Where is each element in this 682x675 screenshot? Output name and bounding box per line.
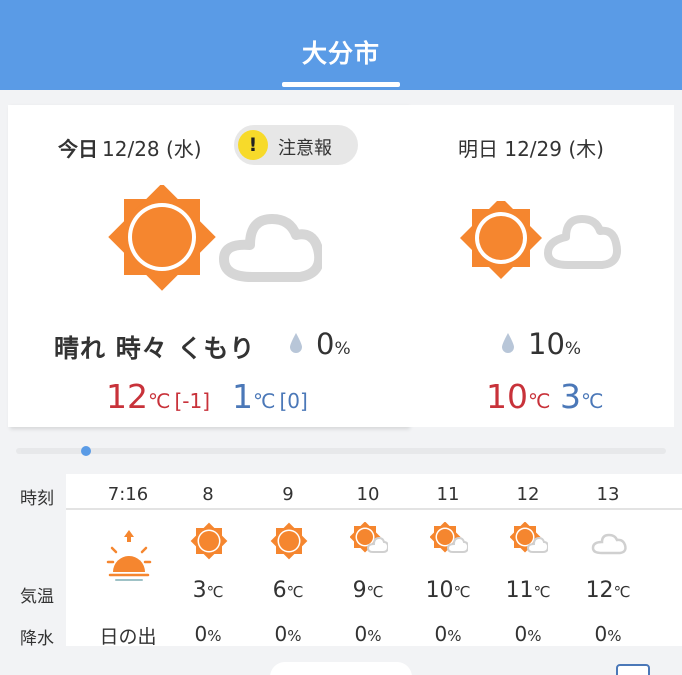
hour-time: 12 xyxy=(516,484,540,505)
hour-precip: 0% xyxy=(514,622,542,646)
hour-temp: 6℃ xyxy=(272,578,304,603)
hour-precip: 日の出 xyxy=(99,626,157,648)
hour-time: 11 xyxy=(436,484,460,505)
hour-precip: 0% xyxy=(274,622,302,646)
today-low: 1℃ [0] xyxy=(232,377,308,416)
hour-temp: 11℃ xyxy=(505,578,551,603)
hour-temp: 10℃ xyxy=(425,578,471,603)
city-title: 大分市 xyxy=(301,39,380,68)
hourly-forecast[interactable]: 時刻 気温 降水 7:16 日の出 8 3℃ 0% 9 6℃ 0% 10 9℃ … xyxy=(16,474,682,649)
weather-description: 晴れ 時々 くもり xyxy=(54,334,256,363)
calendar-icon[interactable] xyxy=(616,664,650,675)
hour-precip: 0% xyxy=(194,622,222,646)
hour-time: 10 xyxy=(356,484,380,505)
hour-precip: 0% xyxy=(594,622,622,646)
hour-temp: 3℃ xyxy=(192,578,224,603)
tomorrow-label: 明日 xyxy=(458,137,498,161)
tomorrow-date-value: 12/29 xyxy=(504,137,562,161)
raindrop-icon xyxy=(502,333,514,353)
bottom-pill-button[interactable] xyxy=(270,662,412,675)
hour-time: 7:16 xyxy=(107,484,149,505)
tomorrow-forecast-card[interactable]: 明日 12/29 (木) 10% 10℃ 3℃ xyxy=(408,105,674,427)
raindrop-icon xyxy=(290,333,302,353)
hour-precip: 0% xyxy=(434,622,462,646)
hour-column: 10 9℃ 0% xyxy=(328,474,408,646)
hour-time: 13 xyxy=(596,484,620,505)
today-high: 12℃ [-1] xyxy=(106,377,211,416)
hour-column: 12 11℃ 0% xyxy=(488,474,568,646)
hour-time: 9 xyxy=(282,484,294,505)
hour-column-sunrise: 7:16 日の出 xyxy=(88,474,168,648)
active-tab-indicator xyxy=(282,82,400,87)
sun-cloud-icon xyxy=(350,522,388,553)
today-weekday: (水) xyxy=(166,137,202,161)
alert-text: 注意報 xyxy=(278,138,332,159)
hour-column: 8 3℃ 0% xyxy=(168,474,248,646)
today-forecast-card[interactable]: 今日 12/28 (水) ! 注意報 晴れ 時々 くもり 0% 12℃ [-1] 1… xyxy=(8,105,408,427)
alert-badge[interactable]: ! 注意報 xyxy=(234,125,358,165)
tomorrow-date: 明日 12/29 (木) xyxy=(458,133,604,162)
temp-row-label: 気温 xyxy=(20,587,54,607)
time-row-label: 時刻 xyxy=(20,489,54,509)
sun-icon xyxy=(270,522,308,560)
hour-temp: 9℃ xyxy=(352,578,384,603)
today-date-value: 12/28 xyxy=(102,137,160,161)
today-label: 今日 xyxy=(58,137,98,161)
precip-row-label: 降水 xyxy=(20,629,54,649)
sun-with-cloud-icon xyxy=(100,183,325,315)
tomorrow-low: 3℃ xyxy=(560,377,604,416)
sun-with-cloud-icon xyxy=(458,196,626,285)
hour-column: 11 10℃ 0% xyxy=(408,474,488,646)
tomorrow-weekday: (木) xyxy=(568,137,604,161)
warning-icon: ! xyxy=(238,130,268,160)
today-precip: 0% xyxy=(316,327,351,361)
hour-column: 13 12℃ 0% xyxy=(568,474,648,646)
hourly-scroll-track[interactable] xyxy=(16,448,666,454)
hour-column: 9 6℃ 0% xyxy=(248,474,328,646)
hour-temp: 12℃ xyxy=(585,578,631,603)
tomorrow-high: 10℃ xyxy=(486,377,551,416)
hour-time: 8 xyxy=(202,484,214,505)
cloud-icon xyxy=(591,533,627,555)
today-date: 今日 12/28 (水) xyxy=(58,133,202,162)
sunrise-icon xyxy=(106,528,152,590)
hourly-scroll-handle[interactable] xyxy=(81,446,91,456)
sun-cloud-icon xyxy=(510,522,548,553)
tomorrow-precip: 10% xyxy=(528,327,582,361)
hourly-row-labels: 時刻 気温 降水 xyxy=(16,474,66,649)
sun-icon xyxy=(190,522,228,560)
app-header: 大分市 xyxy=(0,0,682,90)
sun-cloud-icon xyxy=(430,522,468,553)
hour-precip: 0% xyxy=(354,622,382,646)
